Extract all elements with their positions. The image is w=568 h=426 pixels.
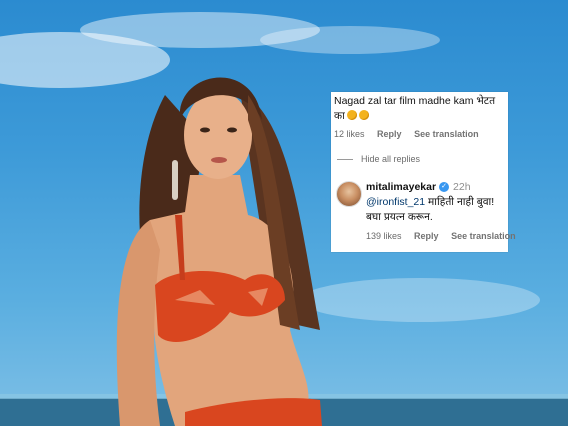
comment-reply-button[interactable]: Reply xyxy=(377,129,402,139)
comment-see-translation-link[interactable]: See translation xyxy=(414,129,479,139)
comment-likes[interactable]: 12 likes xyxy=(334,129,365,139)
reply-meta: 139 likes Reply See translation xyxy=(366,231,526,241)
comment-text: Nagad zal tar film madhe kam भेटत का xyxy=(334,94,506,124)
reply-username[interactable]: mitalimayekar xyxy=(366,181,436,193)
avatar[interactable] xyxy=(336,181,362,207)
comment-meta: 12 likes Reply See translation xyxy=(334,129,489,139)
instagram-comment-card: Nagad zal tar film madhe kam भेटत का 12 … xyxy=(331,92,516,252)
reply-text: @ironfist_21 माहिती नाही बुवा! बघा प्रयत… xyxy=(366,195,506,225)
reply-header: mitalimayekar ✓ 22h xyxy=(366,181,471,193)
reply-see-translation-link[interactable]: See translation xyxy=(451,231,516,241)
reply-reply-button[interactable]: Reply xyxy=(414,231,439,241)
mention-link[interactable]: @ironfist_21 xyxy=(366,196,425,208)
hide-replies-toggle[interactable]: Hide all replies xyxy=(337,154,420,164)
laughing-emoji-icon xyxy=(346,110,357,120)
hide-replies-label: Hide all replies xyxy=(361,154,421,164)
laughing-emoji-icon xyxy=(358,110,369,120)
comment-body: Nagad zal tar film madhe kam भेटत का xyxy=(334,95,496,122)
reply-timestamp: 22h xyxy=(453,181,471,193)
verified-badge-icon: ✓ xyxy=(439,182,450,192)
divider-line xyxy=(337,158,353,160)
reply-likes[interactable]: 139 likes xyxy=(366,231,402,241)
